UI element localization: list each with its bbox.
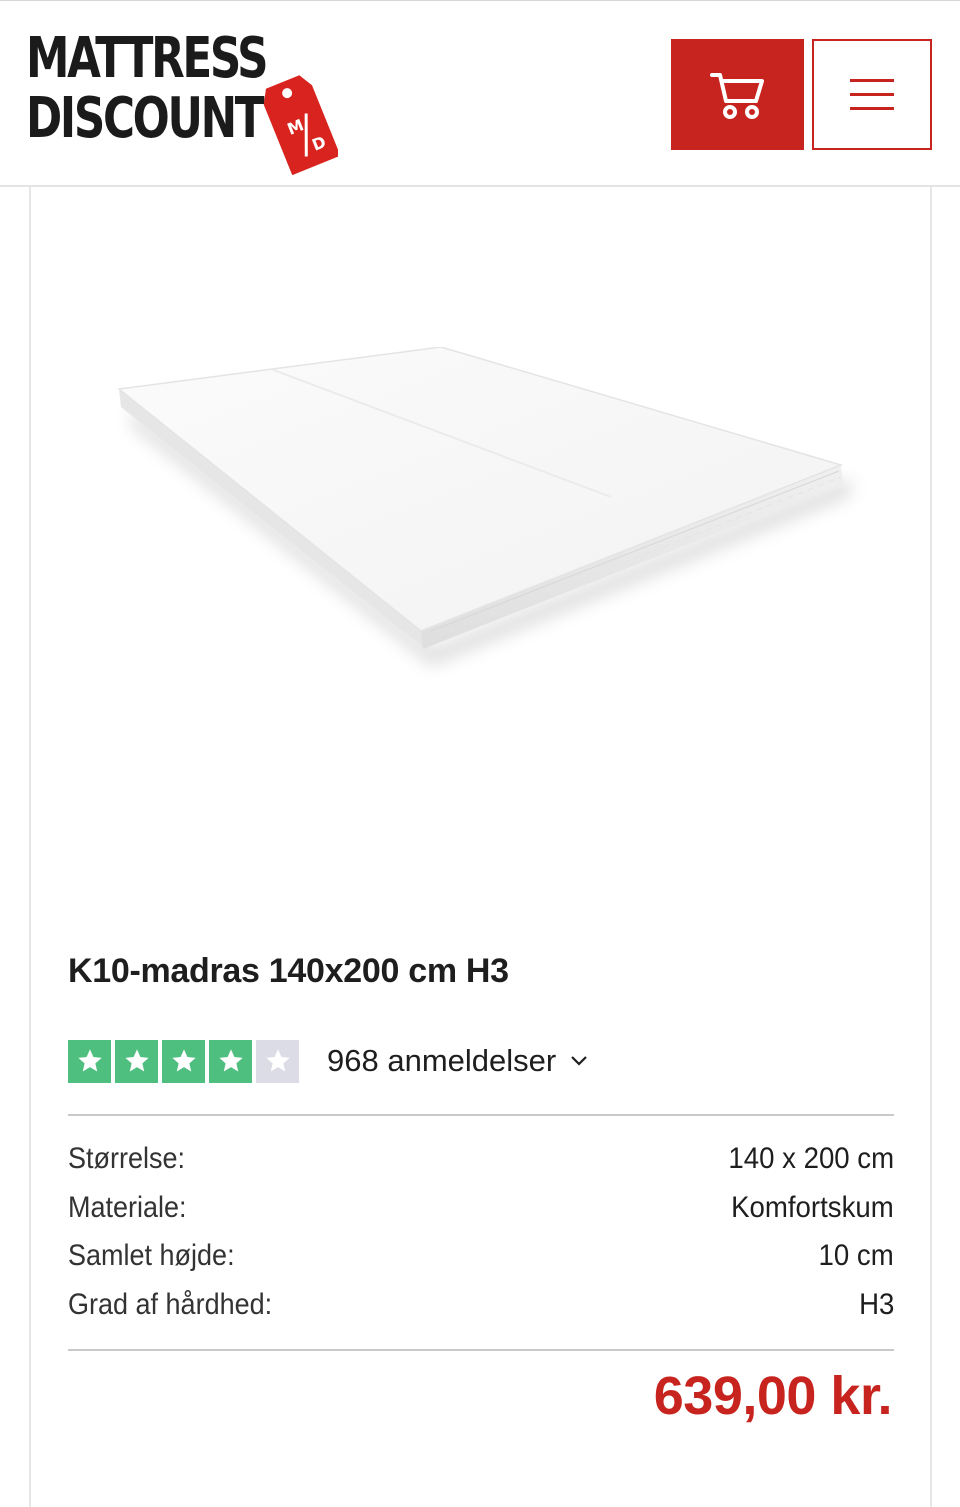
price-tag-icon: M D [263, 75, 338, 175]
spec-value: Komfortskum [731, 1190, 894, 1224]
hamburger-menu-icon [850, 78, 894, 110]
star-rating [68, 1039, 299, 1083]
spec-row-size: Størrelse: 140 x 200 cm [68, 1139, 894, 1188]
logo-line-2: DISCOUNT [26, 86, 265, 151]
site-header: MATTRESS DISCOUNT M D [0, 0, 960, 187]
brand-logo[interactable]: MATTRESS DISCOUNT M D [26, 26, 338, 175]
star-filled-icon [115, 1039, 158, 1083]
spec-label: Grad af hårdhed: [68, 1287, 273, 1321]
chevron-down-icon [570, 1055, 588, 1067]
product-specs: Størrelse: 140 x 200 cm Materiale: Komfo… [68, 1139, 894, 1333]
product-price: 639,00 kr. [653, 1366, 893, 1426]
spec-row-firmness: Grad af hårdhed: H3 [68, 1285, 894, 1334]
spec-label: Materiale: [68, 1190, 187, 1224]
spec-value: 140 x 200 cm [728, 1142, 894, 1175]
product-rating: 968 anmeldelser [68, 1039, 588, 1083]
star-filled-icon [209, 1039, 252, 1083]
menu-button[interactable] [812, 39, 932, 150]
review-count: 968 anmeldelser [327, 1043, 557, 1078]
star-empty-icon [256, 1039, 299, 1083]
cart-button[interactable] [671, 39, 804, 150]
star-filled-icon [162, 1039, 205, 1083]
shopping-cart-icon [709, 72, 764, 119]
product-card[interactable]: K10-madras 140x200 cm H3 968 anmeldelser [29, 187, 932, 1507]
spec-label: Størrelse: [68, 1142, 186, 1175]
spec-row-material: Materiale: Komfortskum [68, 1188, 894, 1237]
divider [68, 1114, 894, 1116]
spec-row-height: Samlet højde: 10 cm [68, 1236, 894, 1285]
reviews-dropdown[interactable]: 968 anmeldelser [327, 1043, 588, 1079]
divider [68, 1349, 894, 1351]
product-image[interactable] [111, 347, 871, 727]
spec-value: H3 [858, 1287, 894, 1321]
star-filled-icon [68, 1039, 111, 1083]
product-title[interactable]: K10-madras 140x200 cm H3 [68, 952, 509, 991]
spec-label: Samlet højde: [68, 1239, 235, 1272]
logo-line-1: MATTRESS [26, 26, 269, 91]
spec-value: 10 cm [818, 1239, 894, 1272]
